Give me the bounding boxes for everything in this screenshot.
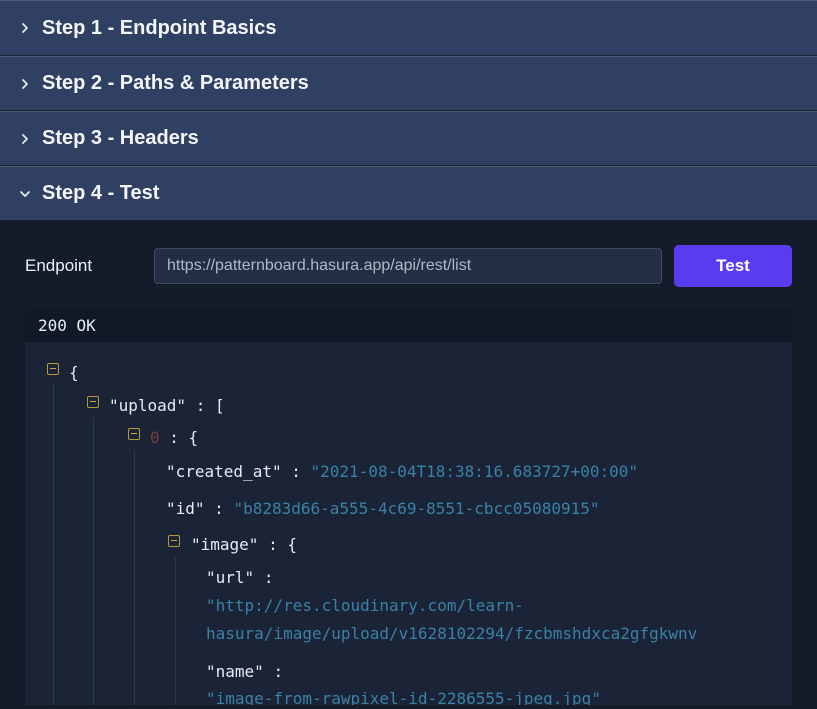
endpoint-input[interactable]: https://patternboard.hasura.app/api/rest…: [154, 248, 662, 284]
response-status: 200 OK: [25, 310, 792, 342]
step-3-label: Step 3 - Headers: [42, 127, 199, 149]
json-key-created-at: "created_at": [166, 462, 282, 481]
endpoint-label: Endpoint: [25, 256, 93, 275]
indent-guide: [93, 418, 94, 705]
step-2-header[interactable]: Step 2 - Paths & Parameters: [0, 56, 817, 111]
chevron-right-icon: [16, 19, 34, 37]
json-key-url: "url": [206, 568, 255, 587]
step-3-header[interactable]: Step 3 - Headers: [0, 111, 817, 166]
json-row-url-key: "url" :: [206, 566, 273, 590]
json-array-index: 0: [150, 428, 160, 447]
steps-accordion: Step 1 - Endpoint Basics Step 2 - Paths …: [0, 0, 817, 705]
step-2-label: Step 2 - Paths & Parameters: [42, 72, 309, 94]
minus-square-icon[interactable]: [168, 535, 180, 547]
json-row-id: "id" : "b8283d66-a555-4c69-8551-cbcc0508…: [166, 497, 600, 521]
step-4-label: Step 4 - Test: [42, 182, 160, 204]
json-value-url-line-1: "http://res.cloudinary.com/learn-: [206, 596, 524, 615]
test-button[interactable]: Test: [674, 245, 792, 287]
indent-guide: [53, 384, 54, 705]
minus-square-icon[interactable]: [87, 396, 99, 408]
minus-square-icon[interactable]: [47, 363, 59, 375]
json-image-open: : {: [268, 535, 297, 554]
minus-square-icon[interactable]: [128, 428, 140, 440]
json-colon: :: [214, 499, 224, 518]
json-value-name: "image-from-rawpixel-id-2286555-jpeg.jpg…: [206, 689, 601, 705]
json-colon: :: [273, 662, 284, 681]
json-upload-open: : [: [195, 396, 225, 415]
chevron-right-icon: [16, 75, 34, 93]
json-value-created-at: "2021-08-04T18:38:16.683727+00:00": [310, 462, 639, 481]
json-colon: :: [291, 462, 301, 481]
chevron-right-icon: [16, 130, 34, 148]
response-panel: 200 OK { "upload" : [0: {"created_at"…: [25, 310, 792, 705]
json-row-name-key: "name" :: [206, 660, 283, 684]
json-value-id: "b8283d66-a555-4c69-8551-cbcc05080915": [233, 499, 600, 518]
json-row-created-at: "created_at" : "2021-08-04T18:38:16.6837…: [166, 460, 638, 484]
json-key-image: "image": [191, 535, 259, 554]
json-index-open: : {: [169, 428, 199, 447]
json-root-brace: {: [69, 363, 79, 382]
step-1-label: Step 1 - Endpoint Basics: [42, 16, 277, 39]
step-4-panel: Endpoint https://patternboard.hasura.app…: [0, 221, 817, 705]
json-key-id: "id": [166, 499, 205, 518]
endpoint-row: Endpoint https://patternboard.hasura.app…: [25, 245, 792, 287]
indent-guide: [175, 557, 176, 705]
indent-guide: [134, 450, 135, 705]
step-4-header[interactable]: Step 4 - Test: [0, 166, 817, 221]
chevron-down-icon: [16, 185, 34, 203]
step-1-header[interactable]: Step 1 - Endpoint Basics: [0, 1, 817, 56]
json-colon: :: [263, 568, 274, 587]
json-key-name: "name": [206, 662, 264, 681]
json-value-url-line-2: hasura/image/upload/v1628102294/fzcbmshd…: [206, 624, 698, 643]
json-viewer[interactable]: { "upload" : [ 0 : { "created_at" : "202…: [25, 342, 792, 705]
json-key-upload: "upload": [109, 396, 187, 415]
